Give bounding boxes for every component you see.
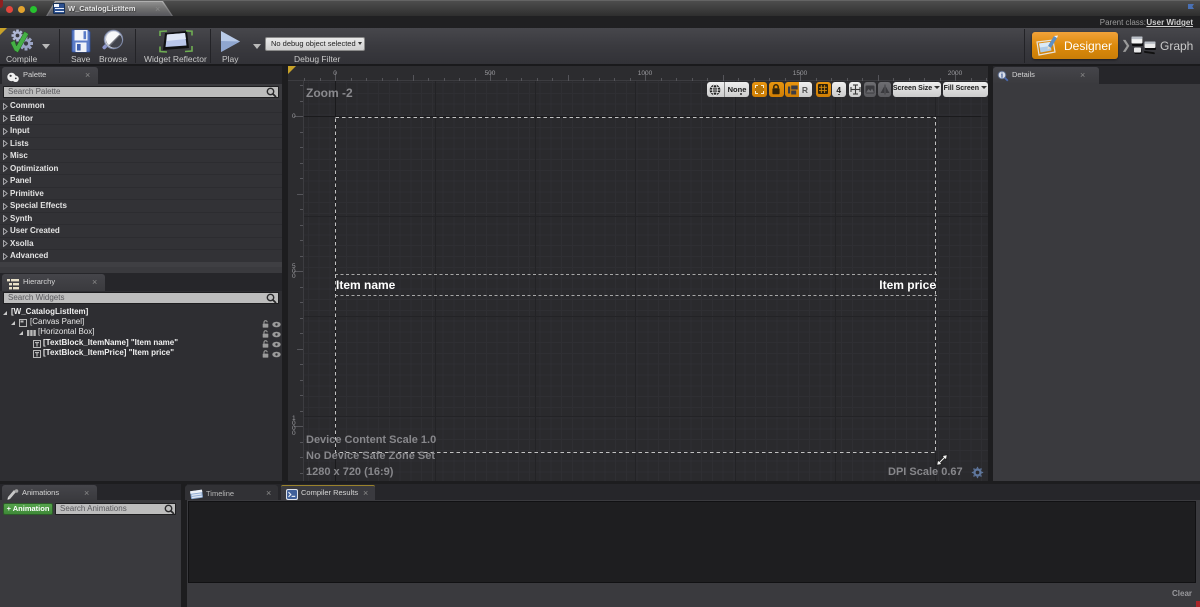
svg-text:i: i	[1001, 72, 1003, 80]
